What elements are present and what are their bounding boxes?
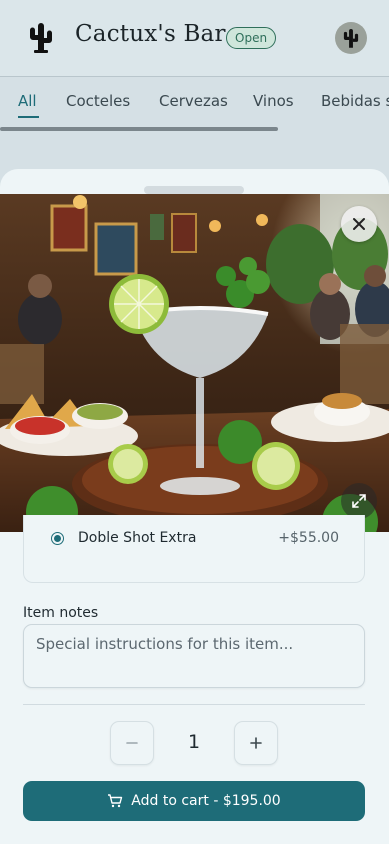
expand-image-button[interactable] (341, 483, 377, 519)
margarita-photo-icon (0, 194, 389, 532)
item-photo (0, 194, 389, 532)
category-tabs: All Cocteles Cervezas Vinos Bebidas s (0, 78, 389, 130)
tab-bebidas[interactable]: Bebidas s (321, 92, 389, 110)
extras-option-card[interactable]: Doble Shot Extra +$55.00 (23, 515, 365, 583)
app-header: Cactux's Bar Open (0, 0, 389, 77)
divider (23, 704, 365, 705)
item-notes-field[interactable] (23, 624, 365, 688)
item-detail-sheet: Doble Shot Extra +$55.00 Item notes 1 Ad… (0, 169, 389, 844)
sheet-drag-handle[interactable] (144, 186, 244, 194)
cactus-icon (343, 28, 359, 48)
option-price: +$55.00 (278, 530, 339, 546)
option-radio[interactable] (51, 532, 64, 545)
add-to-cart-button[interactable]: Add to cart - $195.00 (23, 781, 365, 821)
plus-icon (250, 737, 262, 749)
cactus-icon[interactable] (24, 20, 58, 54)
tabs-scrollbar[interactable] (0, 127, 278, 131)
avatar[interactable] (335, 22, 367, 54)
close-icon (353, 218, 365, 230)
add-to-cart-label: Add to cart - $195.00 (131, 793, 281, 809)
quantity-increase-button[interactable] (234, 721, 278, 765)
tab-cocteles[interactable]: Cocteles (66, 92, 130, 110)
tab-cervezas[interactable]: Cervezas (159, 92, 228, 110)
active-tab-indicator (18, 116, 39, 118)
tab-vinos[interactable]: Vinos (253, 92, 294, 110)
cart-icon (108, 794, 123, 808)
quantity-decrease-button[interactable] (110, 721, 154, 765)
tab-all[interactable]: All (18, 92, 37, 110)
status-badge: Open (226, 27, 277, 49)
minus-icon (126, 742, 138, 744)
brand-name: Cactux's Bar (75, 21, 226, 47)
notes-label: Item notes (23, 605, 99, 621)
quantity-value: 1 (187, 731, 201, 753)
option-label: Doble Shot Extra (78, 530, 197, 546)
close-button[interactable] (341, 206, 377, 242)
expand-icon (352, 494, 366, 508)
